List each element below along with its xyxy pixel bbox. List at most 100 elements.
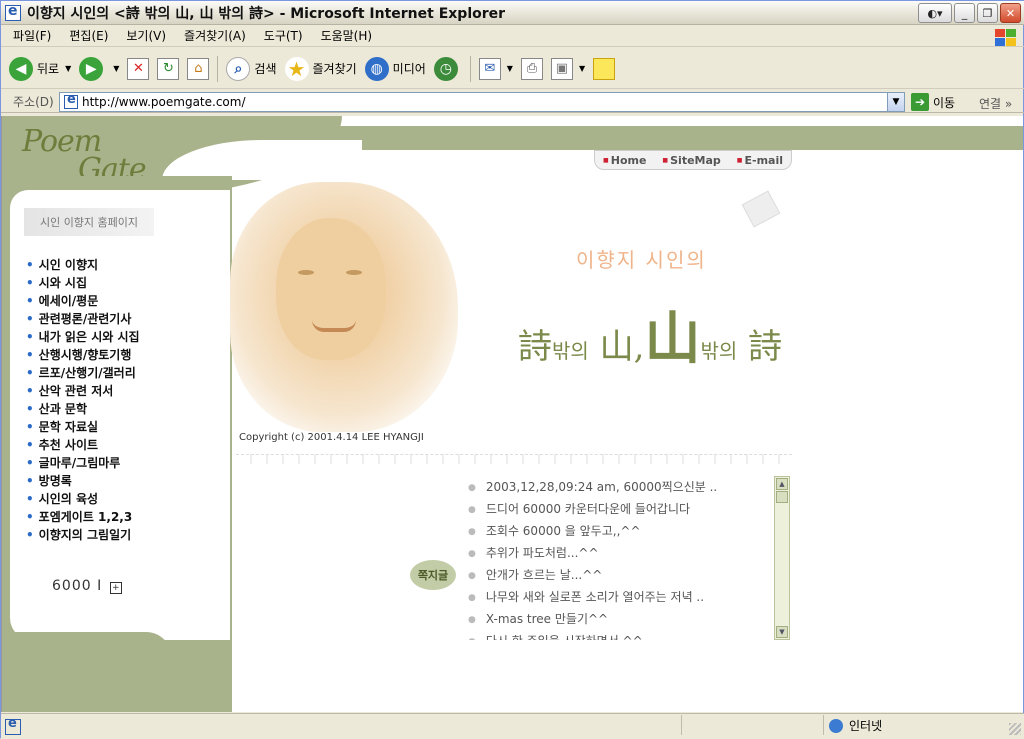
links-button[interactable]: 연결 » (979, 95, 1012, 112)
media-button[interactable]: ◍ 미디어 (364, 56, 426, 81)
poem-title-part: 詩 (518, 327, 552, 367)
sidebar-item[interactable]: 시인 이향지 (26, 256, 140, 274)
nav-email-link[interactable]: E-mail (737, 154, 783, 167)
poet-portrait (230, 182, 458, 432)
home-button[interactable]: ⌂ (187, 57, 210, 80)
chevron-down-icon[interactable]: ▼ (579, 64, 585, 73)
sidebar-item[interactable]: 포엠게이트 1,2,3 (26, 508, 140, 526)
counter-expand-icon[interactable]: + (110, 582, 123, 594)
list-item[interactable]: 드디어 60000 카운터다운에 들어갑니다 (464, 498, 774, 520)
poem-title-part: 詩 (748, 327, 783, 367)
sidebar-item[interactable]: 이향지의 그림일기 (26, 526, 140, 544)
menu-favorites[interactable]: 즐겨찾기(A) (184, 27, 246, 44)
sidebar-item[interactable]: 글마루/그림마루 (26, 454, 140, 472)
scroll-down-icon[interactable]: ▼ (776, 626, 788, 638)
sidebar-item[interactable]: 내가 읽은 시와 시집 (26, 328, 140, 346)
menu-edit[interactable]: 편집(E) (69, 27, 108, 44)
sidebar-item[interactable]: 추천 사이트 (26, 436, 140, 454)
list-item[interactable]: 안개가 흐르는 날...^^ (464, 564, 774, 586)
internet-globe-icon (829, 718, 843, 733)
address-url: http://www.poemgate.com/ (82, 95, 246, 109)
list-item[interactable]: 2003,12,28,09:24 am, 60000찍으신분 .. (464, 476, 774, 498)
poem-title-part: 山, (599, 327, 645, 367)
go-arrow-icon: ➔ (911, 93, 929, 111)
history-button[interactable]: ◷ (433, 56, 462, 81)
close-button[interactable]: ✕ (1000, 3, 1021, 23)
toolbar-divider (217, 55, 219, 82)
site-logo[interactable]: Poem Gate (22, 124, 147, 187)
list-item[interactable]: 추위가 파도처럼...^^ (464, 542, 774, 564)
notes-badge: 쪽지글 (410, 560, 456, 590)
page-icon (64, 92, 78, 109)
menu-tools[interactable]: 도구(T) (264, 27, 303, 44)
zone-label: 인터넷 (849, 719, 883, 733)
print-button[interactable]: ⎙ (520, 57, 543, 80)
menu-file[interactable]: 파일(F) (13, 27, 51, 44)
security-zone: 인터넷 (829, 717, 882, 734)
search-button[interactable]: ⌕ 검색 (226, 56, 277, 81)
forward-button[interactable]: ▶ ▼ (79, 56, 119, 81)
standard-toolbar: ◀ 뒤로 ▼ ▶ ▼ ✕ ↻ ⌂ ⌕ 검색 ★ 즐겨찾기 ◍ 미디어 ◷ ✉ ▼… (1, 49, 1024, 89)
menu-view[interactable]: 보기(V) (126, 27, 166, 44)
maximize-button[interactable]: ❐ (977, 3, 998, 23)
list-item[interactable]: 나무와 새와 실로폰 소리가 열어주는 저녁 .. (464, 586, 774, 608)
window-title: 이향지 시인의 <詩 밖의 山, 山 밖의 詩> - Microsoft Int… (27, 5, 506, 22)
scroll-thumb[interactable] (776, 491, 788, 503)
chevron-down-icon[interactable]: ▼ (507, 64, 513, 73)
browser-window: 이향지 시인의 <詩 밖의 山, 山 밖의 詩> - Microsoft Int… (0, 0, 1024, 739)
paper-decoration (741, 190, 781, 228)
sidebar-item[interactable]: 관련평론/관련기사 (26, 310, 140, 328)
sidebar-item[interactable]: 산행시행/향토기행 (26, 346, 140, 364)
section-divider (236, 454, 792, 464)
address-input[interactable]: http://www.poemgate.com/ ▼ (59, 92, 905, 112)
mail-icon: ✉ (478, 57, 501, 80)
scroll-up-icon[interactable]: ▲ (776, 478, 788, 490)
list-item[interactable]: 다시 한 주일을 시작하면서 ^^ (464, 630, 774, 640)
search-label: 검색 (254, 62, 277, 76)
minimize-button[interactable]: _ (954, 3, 975, 23)
address-dropdown-icon[interactable]: ▼ (887, 93, 904, 111)
resize-grip[interactable] (1009, 723, 1021, 735)
stop-button[interactable]: ✕ (127, 57, 150, 80)
portrait-smile (312, 320, 356, 332)
poem-title-part: 밖의 (700, 339, 738, 363)
mail-button[interactable]: ✉ ▼ (478, 57, 513, 80)
sidebar-menu: 시인 이향지 시와 시집 에세이/평문 관련평론/관련기사 내가 읽은 시와 시… (26, 256, 140, 544)
sidebar-item[interactable]: 문학 자료실 (26, 418, 140, 436)
refresh-button[interactable]: ↻ (157, 57, 180, 80)
favorites-button[interactable]: ★ 즐겨찾기 (284, 56, 357, 81)
list-item[interactable]: 조회수 60000 을 앞두고,,^^ (464, 520, 774, 542)
note-icon (593, 57, 616, 80)
portrait-eye (298, 270, 314, 275)
chevron-down-icon[interactable]: ▼ (65, 64, 71, 73)
search-icon: ⌕ (226, 56, 251, 81)
messenger-button[interactable] (593, 57, 616, 80)
forward-arrow-icon: ▶ (79, 56, 104, 81)
menu-help[interactable]: 도움말(H) (321, 27, 373, 44)
go-button[interactable]: ➔ 이동 (911, 93, 955, 111)
sidebar-item[interactable]: 산과 문학 (26, 400, 140, 418)
sidebar-item[interactable]: 시인의 육성 (26, 490, 140, 508)
sidebar-item[interactable]: 방명록 (26, 472, 140, 490)
poem-title: 詩밖의 山,山밖의 詩 (518, 294, 782, 375)
notes-scrollbar[interactable]: ▲ ▼ (774, 476, 790, 640)
nav-sitemap-link[interactable]: SiteMap (662, 154, 721, 167)
links-label: 연결 (979, 97, 1002, 111)
chevron-down-icon[interactable]: ▼ (113, 64, 119, 73)
sidebar-item[interactable]: 에세이/평문 (26, 292, 140, 310)
portrait-face (276, 218, 386, 360)
sidebar-footer-band (2, 632, 172, 712)
list-item[interactable]: X-mas tree 만들기^^ (464, 608, 774, 630)
portrait-eye (346, 270, 362, 275)
home-icon: ⌂ (187, 57, 210, 80)
nav-home-link[interactable]: Home (603, 154, 647, 167)
notes-list: 2003,12,28,09:24 am, 60000찍으신분 .. 드디어 60… (464, 476, 774, 640)
sidebar-item[interactable]: 시와 시집 (26, 274, 140, 292)
sidebar-item[interactable]: 르포/산행기/갤러리 (26, 364, 140, 382)
edit-button[interactable]: ▣ ▼ (550, 57, 585, 80)
printer-icon: ⎙ (520, 57, 543, 80)
counter-value: 6000 I (52, 578, 103, 594)
sidebar-item[interactable]: 산악 관련 저서 (26, 382, 140, 400)
ie-icon (5, 3, 21, 21)
back-button[interactable]: ◀ 뒤로 ▼ (9, 56, 71, 81)
